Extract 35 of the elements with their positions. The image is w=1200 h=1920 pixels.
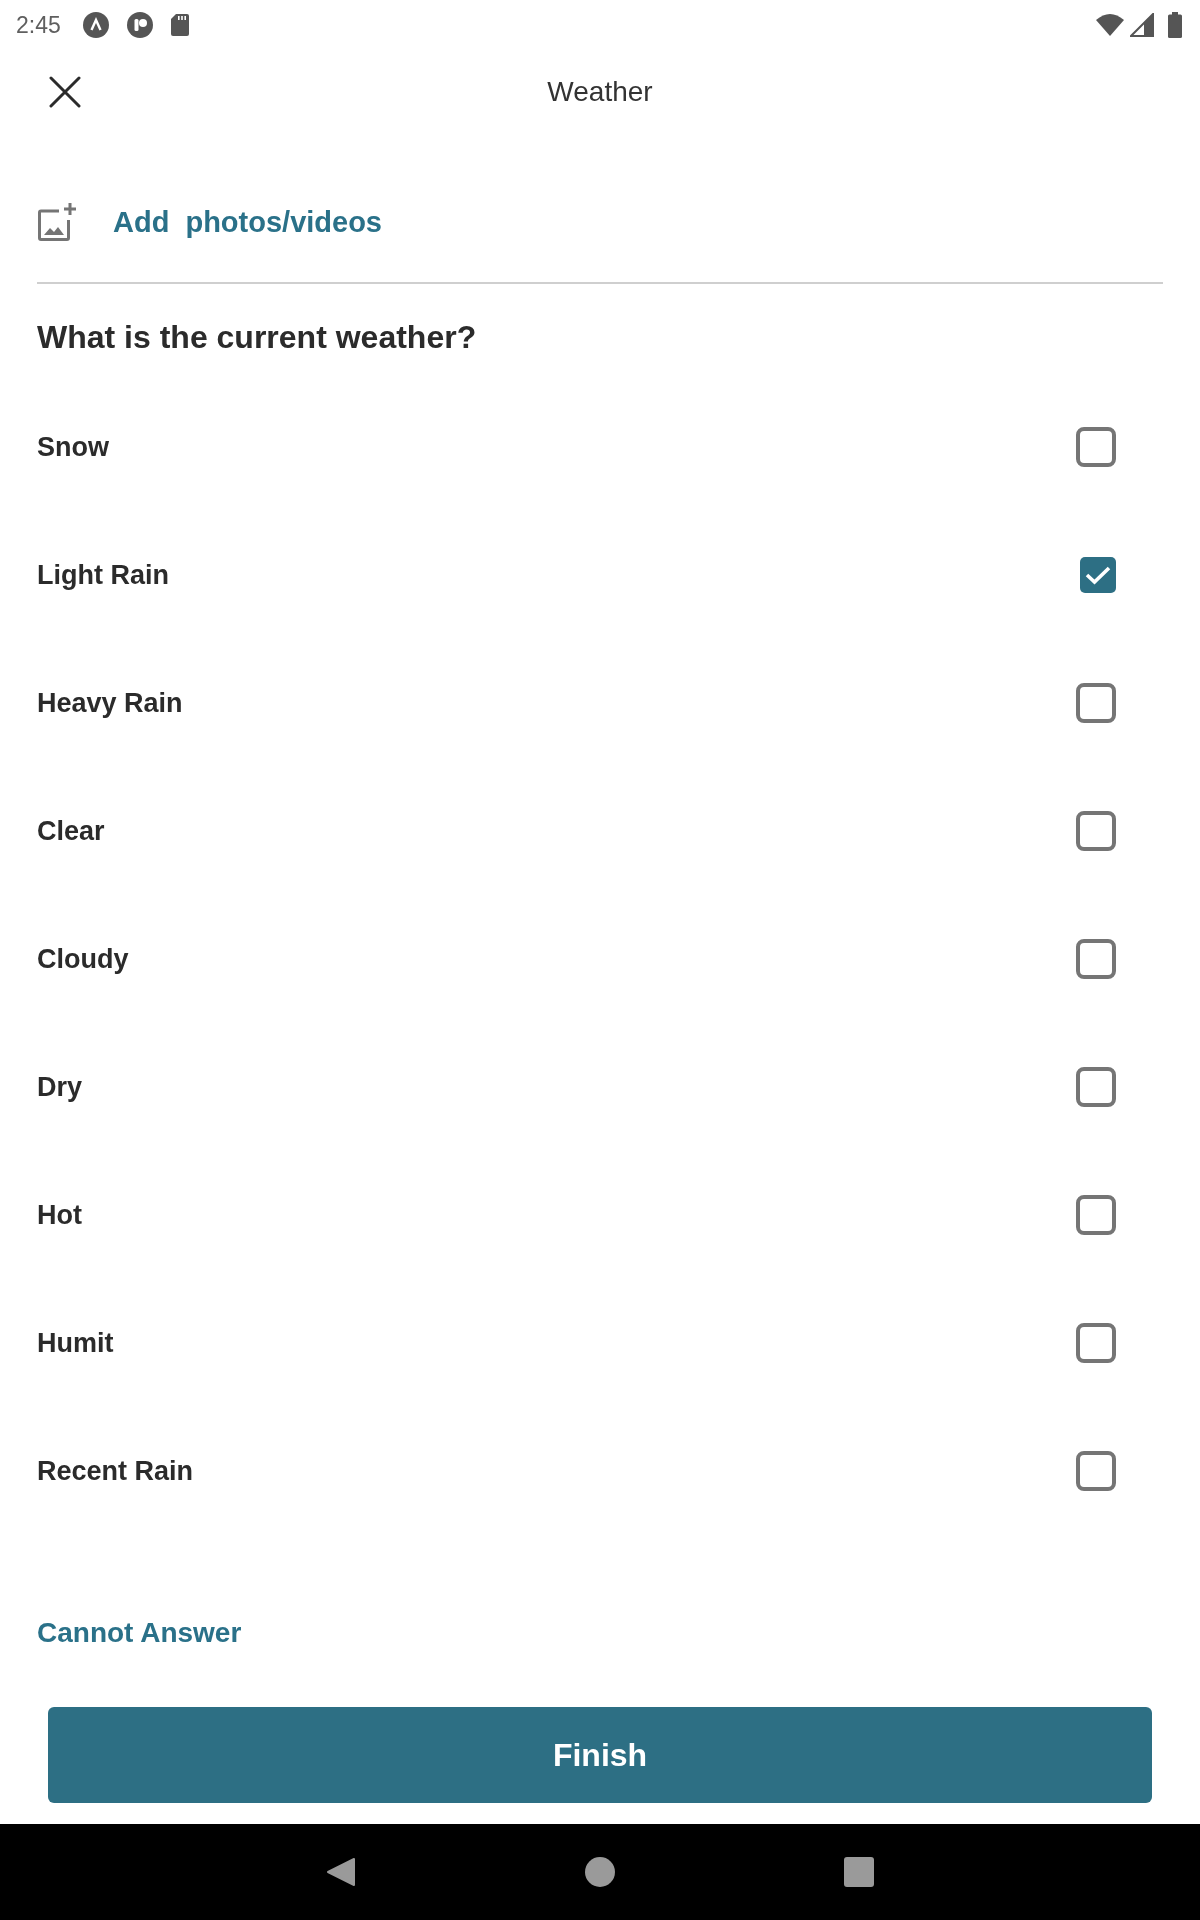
home-icon[interactable] — [585, 1857, 615, 1887]
back-icon[interactable] — [326, 1857, 356, 1887]
close-icon[interactable] — [49, 76, 81, 108]
question-title: What is the current weather? — [37, 318, 478, 357]
chevron-circle-icon — [82, 12, 109, 38]
checkbox[interactable] — [1076, 1323, 1116, 1363]
option-label: Light Rain — [37, 559, 169, 591]
screen-title: Weather — [547, 75, 653, 109]
add-image-icon[interactable] — [37, 202, 77, 242]
checkbox[interactable] — [1076, 811, 1116, 851]
option-label: Heavy Rain — [37, 687, 183, 719]
add-photos-link[interactable]: Add photos/videos — [113, 203, 382, 241]
sd-card-icon — [170, 14, 189, 36]
checkbox[interactable] — [1076, 1451, 1116, 1491]
cannot-answer-link[interactable]: Cannot Answer — [37, 1615, 242, 1650]
option-label: Cloudy — [37, 943, 129, 975]
checkbox[interactable] — [1076, 1067, 1116, 1107]
finish-button[interactable]: Finish — [48, 1707, 1152, 1803]
option-label: Hot — [37, 1199, 82, 1231]
checkbox[interactable] — [1076, 427, 1116, 467]
checkbox[interactable] — [1076, 683, 1116, 723]
option-label: Humit — [37, 1327, 114, 1359]
option-label: Clear — [37, 815, 105, 847]
signal-icon — [1130, 13, 1154, 37]
checkbox[interactable] — [1076, 1195, 1116, 1235]
round-logo-icon — [126, 12, 153, 38]
wifi-icon — [1096, 14, 1124, 36]
checkbox[interactable] — [1080, 557, 1116, 593]
option-label: Recent Rain — [37, 1455, 194, 1487]
battery-icon — [1168, 12, 1182, 38]
option-label: Snow — [37, 431, 109, 463]
checkbox[interactable] — [1076, 939, 1116, 979]
status-time: 2:45 — [16, 13, 61, 37]
option-label: Dry — [37, 1071, 83, 1103]
checkmark-icon — [1085, 565, 1111, 585]
